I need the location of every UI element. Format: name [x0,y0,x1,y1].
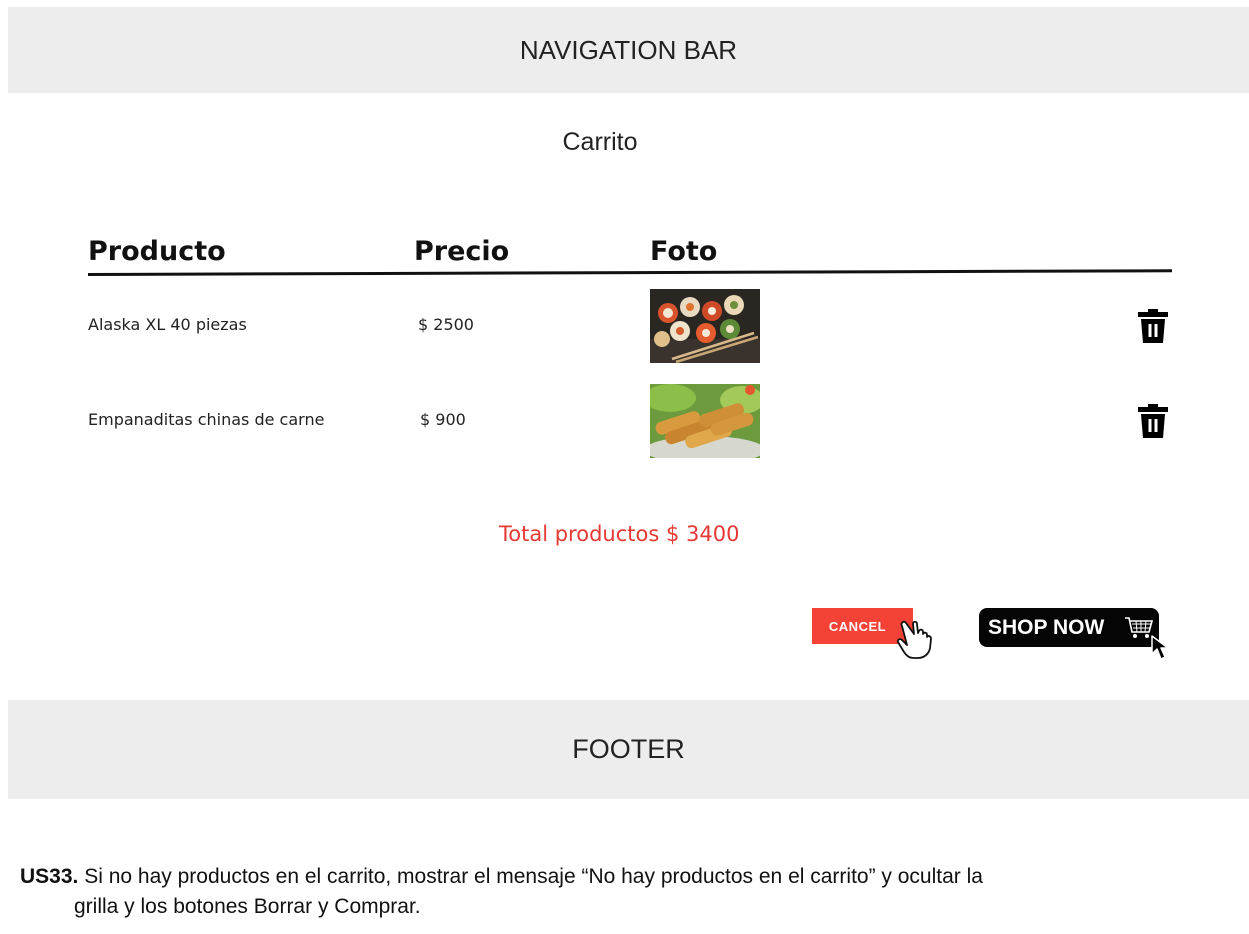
user-story: US33. Si no hay productos en el carrito,… [20,862,1249,922]
delete-item-button[interactable] [1137,308,1169,344]
page-title: Carrito [562,128,638,156]
user-story-text-line1: Si no hay productos en el carrito, mostr… [84,865,983,888]
product-price: $ 2500 [418,315,474,334]
product-price: $ 900 [420,410,466,429]
delete-item-button[interactable] [1137,403,1169,439]
sushi-photo [650,289,760,363]
shop-now-button-label: SHOP NOW [988,615,1105,639]
arrow-cursor-icon [1151,635,1169,660]
footer-label: FOOTER [572,734,685,764]
navigation-bar-label: NAVIGATION BAR [519,34,738,65]
navigation-bar: NAVIGATION BAR [8,7,1249,93]
trash-icon [1138,404,1168,438]
hand-pointer-icon [896,620,932,659]
user-story-text-line2: grilla y los botones Borrar y Comprar. [74,895,421,918]
column-header-price: Precio [414,236,510,267]
user-story-id: US33. [20,865,79,888]
product-name: Empanaditas chinas de carne [88,410,325,429]
cancel-button-label: CANCEL [828,618,887,634]
spring-rolls-photo [650,384,760,458]
product-name: Alaska XL 40 piezas [88,315,247,334]
cart-total: Total productos $ 3400 [499,522,740,546]
footer: FOOTER [8,700,1249,799]
trash-icon [1138,309,1168,343]
table-header-divider [87,269,1172,276]
column-header-photo: Foto [650,236,718,267]
column-header-product: Producto [88,236,226,267]
